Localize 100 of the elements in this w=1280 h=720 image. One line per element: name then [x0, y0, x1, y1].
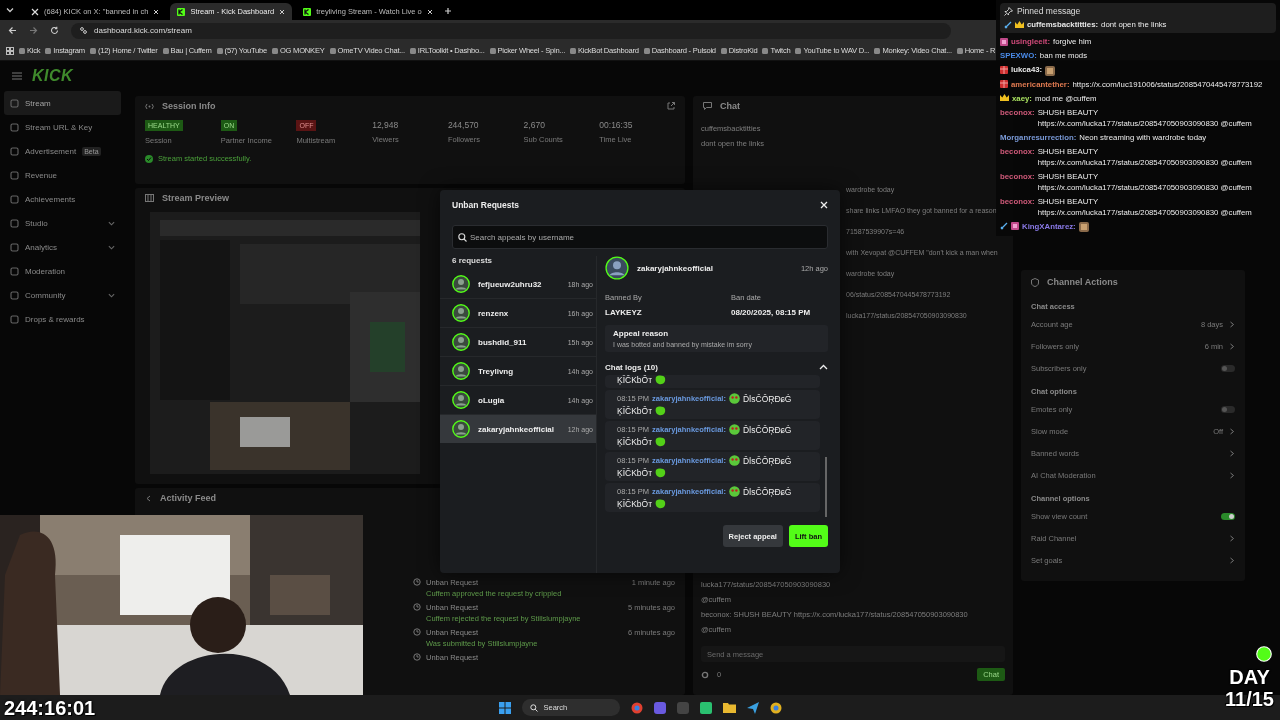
favicon-icon [874, 47, 881, 54]
history-icon [413, 653, 421, 661]
toggle-switch[interactable] [1221, 364, 1235, 372]
browser-app-icon[interactable] [630, 701, 643, 714]
panel-title: Channel Actions [1047, 277, 1118, 287]
chevron-right-icon[interactable] [1229, 427, 1235, 435]
log-text: ĶĪĈKbÔт [617, 406, 653, 416]
send-app-icon[interactable] [746, 701, 759, 714]
toggle-switch[interactable] [1221, 512, 1235, 520]
chevron-left-icon [145, 494, 152, 502]
site-settings-icon [79, 26, 88, 35]
emote-icon [655, 375, 667, 385]
chevron-right-icon[interactable] [1229, 342, 1235, 350]
chevron-right-icon[interactable] [1229, 534, 1235, 542]
close-icon[interactable] [153, 8, 160, 15]
new-tab-icon[interactable] [443, 7, 452, 15]
back-icon[interactable] [8, 26, 17, 35]
favicon-icon [489, 47, 496, 54]
username: zakaryjahnkeofficial [637, 263, 715, 273]
sidebar-item[interactable]: Stream [4, 91, 121, 115]
favicon-icon [570, 47, 576, 54]
kick-logo-icon [303, 7, 312, 16]
emote-icon [655, 499, 667, 509]
nav-icon [10, 266, 19, 276]
sidebar-item[interactable]: Analytics [4, 235, 121, 259]
reload-icon[interactable] [50, 26, 59, 35]
favicon-icon [795, 47, 802, 54]
chevron-right-icon[interactable] [1229, 320, 1235, 328]
panel-title: Stream Preview [162, 193, 230, 203]
log-text: ĶĪĈKbÔт [617, 437, 653, 447]
chevron-up-icon[interactable] [819, 364, 828, 370]
scrollbar[interactable] [825, 457, 827, 517]
day-label: DAY [1229, 666, 1270, 688]
x-logo-icon [31, 7, 39, 16]
appeal-title: Appeal reason [613, 329, 670, 338]
apps-grid-icon[interactable] [6, 46, 14, 55]
emote-icon [1256, 646, 1272, 662]
log-text: ĎǀsĈÔŖĐɕĠ [742, 486, 792, 497]
field-value: 08/20/2025, 08:15 PM [731, 308, 812, 317]
emote-icon [728, 455, 740, 466]
folder-icon[interactable] [722, 702, 736, 713]
emote-icon [655, 406, 667, 416]
nav-icon [10, 122, 19, 132]
sidebar-item[interactable]: Achievements [4, 187, 121, 211]
log-text: ĎǀsĈÔŖĐɕĠ [742, 424, 792, 435]
nav-icon [10, 98, 19, 108]
chevron-right-icon[interactable] [1229, 556, 1235, 564]
panel-title: Session Info [162, 101, 216, 111]
favicon-icon [89, 47, 96, 54]
stat-value: 00:16:35 [599, 120, 633, 130]
windows-start-icon[interactable] [498, 701, 511, 714]
sidebar-item[interactable]: Stream URL & Key [4, 115, 121, 139]
settings-icon[interactable] [701, 670, 709, 679]
avatar-icon [452, 420, 470, 438]
sidebar-item[interactable]: Drops & rewards [4, 307, 121, 331]
stat-value: 2,670 [523, 120, 545, 130]
external-link-icon[interactable] [667, 102, 675, 110]
toggle-switch[interactable] [1221, 405, 1235, 413]
request-count: 6 requests [452, 256, 494, 267]
nav-icon [10, 146, 19, 156]
favicon-icon [409, 47, 416, 54]
sidebar-item[interactable]: Moderation [4, 259, 121, 283]
avatar-icon [452, 275, 470, 293]
history-icon [413, 628, 421, 636]
avatar-icon [452, 362, 470, 380]
favicon-icon [329, 47, 336, 54]
favicon-icon [271, 47, 278, 54]
panel-title: Chat [720, 101, 740, 111]
preview-icon [145, 194, 154, 202]
nav-icon [10, 194, 19, 204]
favicon-icon [956, 47, 963, 54]
favicon-icon [19, 47, 25, 54]
sidebar-item[interactable]: Studio [4, 211, 121, 235]
log-text: ĶĪĈKbÔт [617, 468, 653, 478]
favicon-icon [162, 47, 169, 54]
sidebar-item[interactable]: Community [4, 283, 121, 307]
forward-icon[interactable] [29, 26, 38, 35]
address-bar[interactable]: dashboard.kick.com/stream [71, 22, 951, 39]
search-icon [529, 703, 538, 712]
close-icon[interactable] [279, 8, 286, 15]
favicon-icon [720, 47, 727, 54]
nav-icon [10, 314, 19, 324]
emote-icon [655, 437, 667, 447]
close-icon[interactable] [426, 8, 433, 15]
kick-logo[interactable]: KICK [32, 67, 74, 85]
history-icon [413, 578, 421, 586]
nav-icon [10, 242, 19, 252]
emote-icon [728, 486, 740, 497]
chevron-down-icon[interactable] [6, 6, 14, 14]
nav-icon [10, 170, 19, 180]
dialog-title: Unban Requests [452, 200, 520, 210]
chevron-right-icon[interactable] [1229, 449, 1235, 457]
field-value: LAYKEYZ [605, 308, 643, 317]
search-field[interactable]: Search appeals by username [452, 225, 828, 249]
shield-icon [1031, 277, 1039, 287]
log-text: ĎǀsĈÔŖĐɕĠ [742, 455, 792, 466]
check-circle-icon [145, 154, 153, 163]
chevron-right-icon[interactable] [1229, 471, 1235, 479]
sidebar-item[interactable]: Revenue [4, 163, 121, 187]
pin-icon [1004, 6, 1013, 16]
